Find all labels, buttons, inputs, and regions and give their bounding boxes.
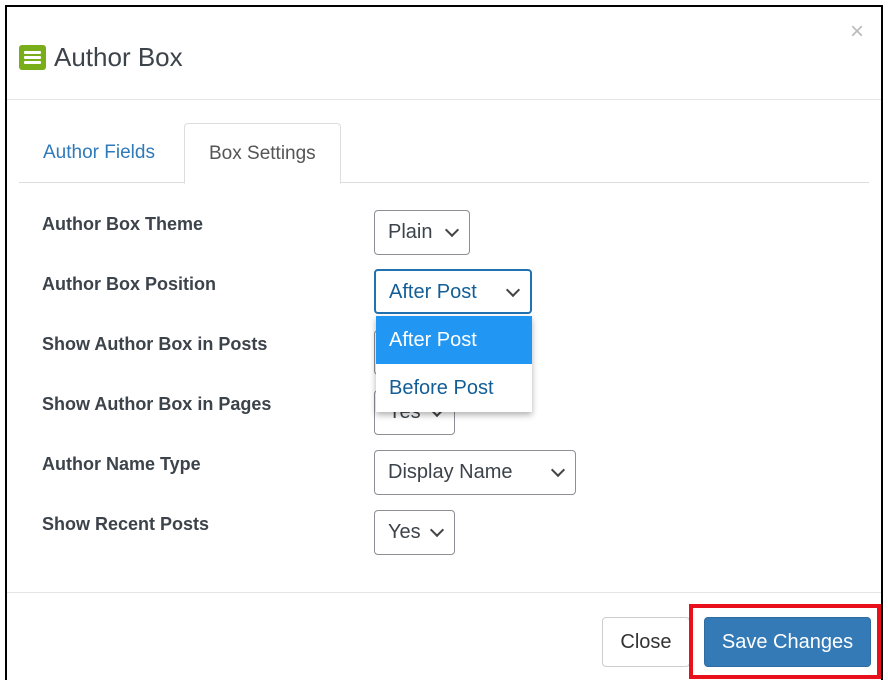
list-icon bbox=[19, 45, 46, 70]
tab-box-settings[interactable]: Box Settings bbox=[184, 123, 341, 184]
name-type-select-value: Display Name bbox=[388, 461, 513, 483]
highlight-box bbox=[689, 604, 881, 679]
close-button[interactable]: Close bbox=[602, 617, 690, 667]
modal-title-text: Author Box bbox=[54, 42, 183, 72]
option-before-post[interactable]: Before Post bbox=[376, 364, 532, 412]
footer-divider bbox=[7, 592, 881, 593]
close-icon[interactable]: × bbox=[850, 18, 864, 46]
field-label-theme: Author Box Theme bbox=[42, 214, 204, 234]
chevron-down-icon bbox=[429, 522, 445, 538]
tab-author-fields[interactable]: Author Fields bbox=[19, 123, 179, 183]
chevron-down-icon bbox=[444, 222, 460, 238]
position-select[interactable]: After Post bbox=[374, 269, 532, 314]
recent-posts-select-value: Yes bbox=[388, 521, 421, 543]
theme-select-value: Plain bbox=[388, 221, 433, 243]
field-label-posts: Show Author Box in Posts bbox=[42, 334, 268, 354]
position-select-value: After Post bbox=[389, 281, 477, 303]
name-type-select[interactable]: Display Name bbox=[374, 450, 576, 495]
tab-bar: Author Fields Box Settings bbox=[19, 123, 869, 184]
header-divider bbox=[7, 99, 881, 100]
chevron-down-icon bbox=[505, 282, 521, 298]
field-label-position: Author Box Position bbox=[42, 274, 216, 294]
field-label-recent-posts: Show Recent Posts bbox=[42, 514, 210, 534]
chevron-down-icon bbox=[550, 462, 566, 478]
position-dropdown: After Post Before Post bbox=[376, 316, 532, 412]
recent-posts-select[interactable]: Yes bbox=[374, 510, 455, 555]
field-label-name-type: Author Name Type bbox=[42, 454, 201, 474]
field-label-pages: Show Author Box in Pages bbox=[42, 394, 272, 414]
theme-select[interactable]: Plain bbox=[374, 210, 470, 255]
modal-title: Author Box bbox=[19, 42, 183, 73]
option-after-post[interactable]: After Post bbox=[376, 316, 532, 364]
